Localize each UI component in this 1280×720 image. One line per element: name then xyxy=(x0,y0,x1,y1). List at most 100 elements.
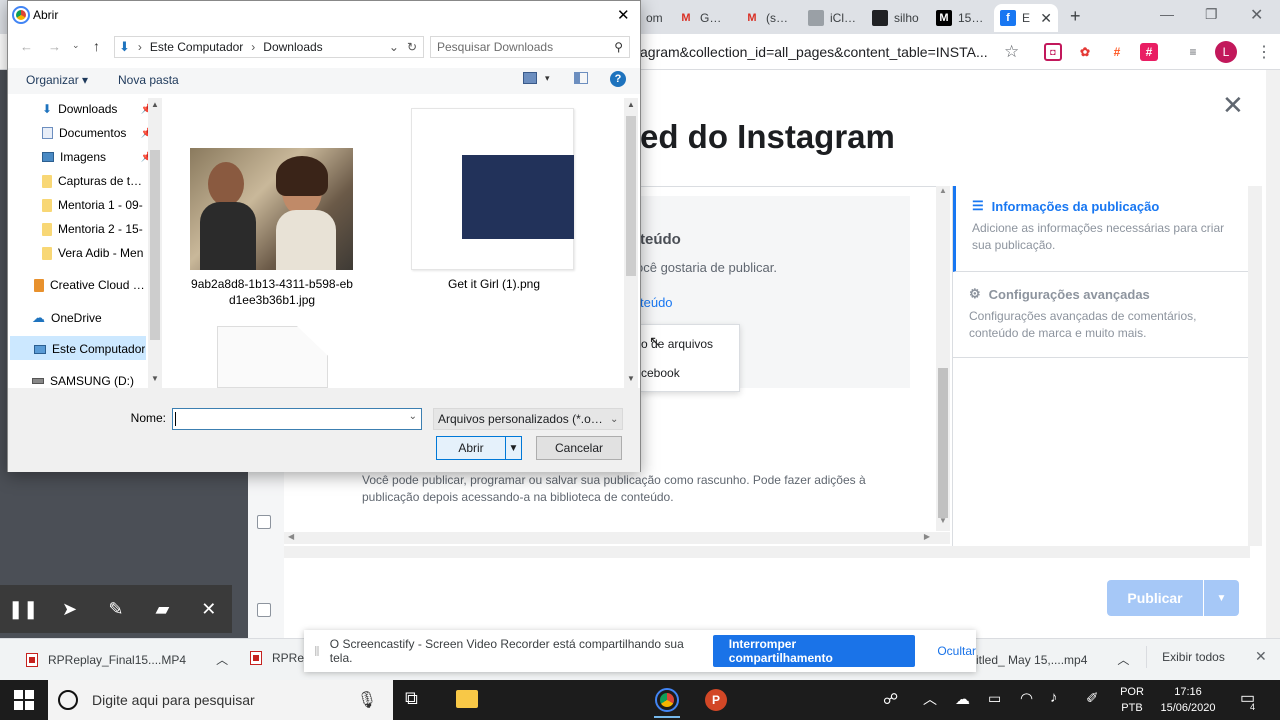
publish-options-dropdown[interactable]: ▼ xyxy=(1204,580,1239,616)
file-view-scrollbar[interactable]: ▲ ▼ xyxy=(624,98,638,388)
up-arrow-icon[interactable]: ↑ xyxy=(93,38,100,54)
taskbar-search[interactable]: Digite aqui para pesquisar 🎙 xyxy=(48,680,393,720)
page-h-scrollbar[interactable] xyxy=(284,546,1250,558)
show-all-downloads-button[interactable]: Exibir todos xyxy=(1146,646,1240,668)
avatar[interactable]: L xyxy=(1215,41,1237,63)
nav-item-creative-cloud[interactable]: Creative Cloud File xyxy=(34,278,146,292)
windows-start-icon[interactable] xyxy=(14,690,34,710)
window-close-icon[interactable]: ✕ xyxy=(1250,5,1263,25)
add-content-link[interactable]: teúdo xyxy=(640,295,673,310)
row-checkbox[interactable] xyxy=(257,515,271,529)
breadcrumb-downloads[interactable]: Downloads xyxy=(263,40,322,54)
back-arrow-icon[interactable]: ← xyxy=(20,39,33,54)
file-item-photo[interactable]: 9ab2a8d8-1b13-4311-b598-eb d1ee3b36b1.jp… xyxy=(170,276,374,308)
browser-tab[interactable]: M 15 id xyxy=(930,4,990,32)
volume-icon[interactable]: ♪ xyxy=(1050,689,1058,706)
extension-icon[interactable]: # xyxy=(1140,43,1158,61)
close-modal-icon[interactable]: ✕ xyxy=(1222,90,1244,121)
restore-icon[interactable]: ❐ xyxy=(1205,6,1218,23)
nav-item-onedrive[interactable]: ☁ OneDrive xyxy=(32,310,146,326)
browser-tab[interactable]: om xyxy=(640,4,668,32)
chevron-down-icon[interactable]: ⌄ xyxy=(409,411,417,422)
panel-scrollbar[interactable] xyxy=(1248,186,1262,546)
nav-pane-scrollbar[interactable]: ▲ ▼ xyxy=(148,98,162,388)
file-explorer-icon[interactable] xyxy=(456,690,478,708)
open-options-dropdown[interactable]: ▼ xyxy=(505,437,521,459)
minimize-icon[interactable]: — xyxy=(1160,6,1174,22)
eraser-icon[interactable]: ▰ xyxy=(142,599,182,620)
nav-item-folder[interactable]: Mentoria 1 - 09- xyxy=(42,198,146,212)
close-toolbar-icon[interactable]: ✕ xyxy=(189,599,229,620)
photo-thumbnail[interactable] xyxy=(190,148,353,270)
file-item-png[interactable]: Get it Girl (1).png xyxy=(392,276,596,292)
menu-icon[interactable]: ⋮ xyxy=(1256,42,1272,62)
dialog-close-icon[interactable]: ✕ xyxy=(617,6,630,24)
browser-tab[interactable]: M (sem xyxy=(738,4,798,32)
option-publication-info[interactable]: ☰ Informações da publicação Adicione as i… xyxy=(953,186,1249,272)
filename-input[interactable]: ⌄ xyxy=(172,408,422,430)
nav-item-drive[interactable]: SAMSUNG (D:) xyxy=(32,374,146,388)
task-view-icon[interactable]: ⧉ xyxy=(405,688,418,709)
recent-locations-icon[interactable]: ⌄ xyxy=(72,40,80,51)
page-scrollbar[interactable] xyxy=(1266,70,1280,638)
close-tab-icon[interactable]: ✕ xyxy=(1040,10,1052,27)
pause-icon[interactable]: ❚❚ xyxy=(3,599,43,620)
open-button[interactable]: Abrir xyxy=(437,437,505,459)
preview-pane-icon[interactable] xyxy=(574,72,588,84)
browser-tab-active[interactable]: f E ✕ xyxy=(994,4,1058,32)
address-bar[interactable]: agram&collection_id=all_pages&content_ta… xyxy=(640,44,1000,60)
row-checkbox[interactable] xyxy=(257,603,271,617)
browser-tab[interactable]: M Gma xyxy=(672,4,730,32)
chevron-up-icon[interactable]: ︿ xyxy=(1117,651,1129,668)
extension-icon[interactable]: # xyxy=(1108,43,1126,61)
nav-item-folder[interactable]: Mentoria 2 - 15- xyxy=(42,222,146,236)
pen-icon[interactable]: ✎ xyxy=(96,599,136,620)
extension-icon[interactable]: ◘ xyxy=(1044,43,1062,61)
extension-icon[interactable]: ✿ xyxy=(1076,43,1094,61)
chevron-down-icon[interactable]: ⌄ xyxy=(389,40,399,54)
nav-item-folder[interactable]: Vera Adib - Men xyxy=(42,246,146,260)
search-downloads-input[interactable]: Pesquisar Downloads ⚲ xyxy=(430,36,630,58)
nav-item-folder[interactable]: Capturas de tela xyxy=(42,174,146,188)
refresh-icon[interactable]: ↻ xyxy=(407,40,417,54)
help-icon[interactable]: ? xyxy=(610,71,626,87)
microphone-icon[interactable]: 🎙 xyxy=(357,690,377,710)
address-path[interactable]: ⬇ › Este Computador › Downloads ⌄ ↻ xyxy=(114,36,424,58)
pointer-icon[interactable]: ➤ xyxy=(50,599,90,620)
cancel-button[interactable]: Cancelar xyxy=(536,436,622,460)
chevron-up-icon[interactable]: ︿ xyxy=(923,689,937,709)
download-item[interactable]: RPRe xyxy=(250,651,304,665)
hide-share-button[interactable]: Ocultar xyxy=(937,644,976,658)
content-h-scrollbar[interactable]: ◀ ▶ xyxy=(284,532,950,544)
close-downloads-icon[interactable]: ✕ xyxy=(1255,648,1267,665)
content-scrollbar[interactable]: ▲ ▼ xyxy=(936,186,950,531)
bookmark-star-icon[interactable]: ☆ xyxy=(1004,42,1019,62)
media-icon[interactable]: ≡ xyxy=(1184,43,1202,61)
wifi-icon[interactable]: ◠ xyxy=(1020,689,1033,707)
view-options-icon[interactable] xyxy=(523,72,537,84)
new-folder-button[interactable]: Nova pasta xyxy=(118,73,179,87)
image-thumbnail[interactable] xyxy=(411,108,574,270)
breadcrumb-this-pc[interactable]: Este Computador xyxy=(150,40,243,54)
nav-item-this-pc[interactable]: Este Computador xyxy=(34,342,146,356)
people-icon[interactable]: ☍ xyxy=(883,690,898,708)
powerpoint-icon[interactable]: P xyxy=(705,689,727,711)
stop-sharing-button[interactable]: Interromper compartilhamento xyxy=(712,635,916,667)
onedrive-icon[interactable]: ☁ xyxy=(955,690,970,708)
organize-menu[interactable]: Organizar ▾ xyxy=(26,73,88,87)
menu-item-facebook[interactable]: cebook xyxy=(641,366,680,380)
chevron-up-icon[interactable]: ︿ xyxy=(216,651,228,668)
chrome-icon[interactable] xyxy=(655,688,679,712)
download-item[interactable]: itled_ May 15,....mp4 ︿ xyxy=(976,651,1129,668)
language-indicator[interactable]: POR PTB xyxy=(1108,684,1156,716)
clock[interactable]: 17:16 15/06/2020 xyxy=(1150,684,1226,716)
file-type-filter[interactable]: Arquivos personalizados (*.ogm ⌄ xyxy=(433,408,623,430)
publish-button[interactable]: Publicar xyxy=(1107,580,1203,616)
download-item[interactable]: RPReplay_Final15....MP4 ︿ xyxy=(26,651,228,668)
drag-handle-icon[interactable]: ‖ xyxy=(314,643,320,659)
battery-icon[interactable]: ▭ xyxy=(988,690,1001,707)
browser-tab[interactable]: iClou xyxy=(802,4,862,32)
forward-arrow-icon[interactable]: → xyxy=(48,39,61,54)
option-advanced-settings[interactable]: ⚙ Configurações avançadas Configurações a… xyxy=(953,274,1249,358)
pen-workspace-icon[interactable]: ✐ xyxy=(1086,689,1099,707)
